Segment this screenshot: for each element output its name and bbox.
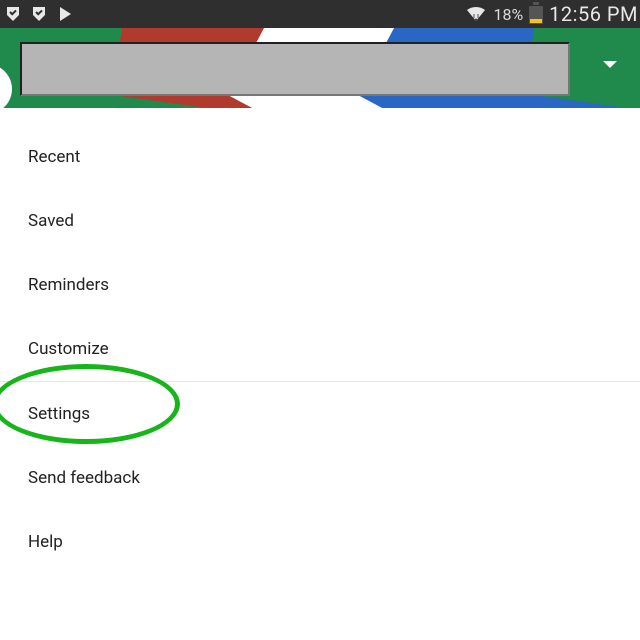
status-left-icons	[0, 5, 74, 23]
menu-item-settings[interactable]: Settings	[0, 382, 640, 446]
search-input[interactable]	[20, 42, 570, 96]
account-dropdown-icon[interactable]	[602, 60, 618, 70]
check-icon	[4, 5, 22, 23]
menu-item-send-feedback[interactable]: Send feedback	[0, 446, 640, 510]
menu-item-saved[interactable]: Saved	[0, 189, 640, 253]
menu-item-help[interactable]: Help	[0, 510, 640, 574]
menu-label: Recent	[28, 147, 80, 167]
status-bar: 18% 12:56 PM	[0, 0, 640, 28]
status-clock: 12:56 PM	[549, 2, 638, 26]
menu-label: Reminders	[28, 275, 109, 295]
menu-item-reminders[interactable]: Reminders	[0, 253, 640, 317]
menu-label: Customize	[28, 339, 109, 359]
menu-item-recent[interactable]: Recent	[0, 125, 640, 189]
status-right: 18% 12:56 PM	[465, 2, 640, 26]
menu-label: Saved	[28, 211, 74, 231]
battery-percent: 18%	[493, 5, 523, 24]
battery-icon	[529, 4, 543, 24]
wifi-icon	[465, 5, 487, 23]
menu-label: Send feedback	[28, 468, 140, 488]
menu-label: Help	[28, 532, 63, 552]
menu-label: Settings	[28, 404, 90, 424]
app-screen: 18% 12:56 PM Recent Saved Reminders Cust…	[0, 0, 640, 640]
check-icon	[30, 5, 48, 23]
drawer-menu: Recent Saved Reminders Customize Setting…	[0, 125, 640, 574]
menu-item-customize[interactable]: Customize	[0, 317, 640, 381]
play-store-icon	[56, 5, 74, 23]
